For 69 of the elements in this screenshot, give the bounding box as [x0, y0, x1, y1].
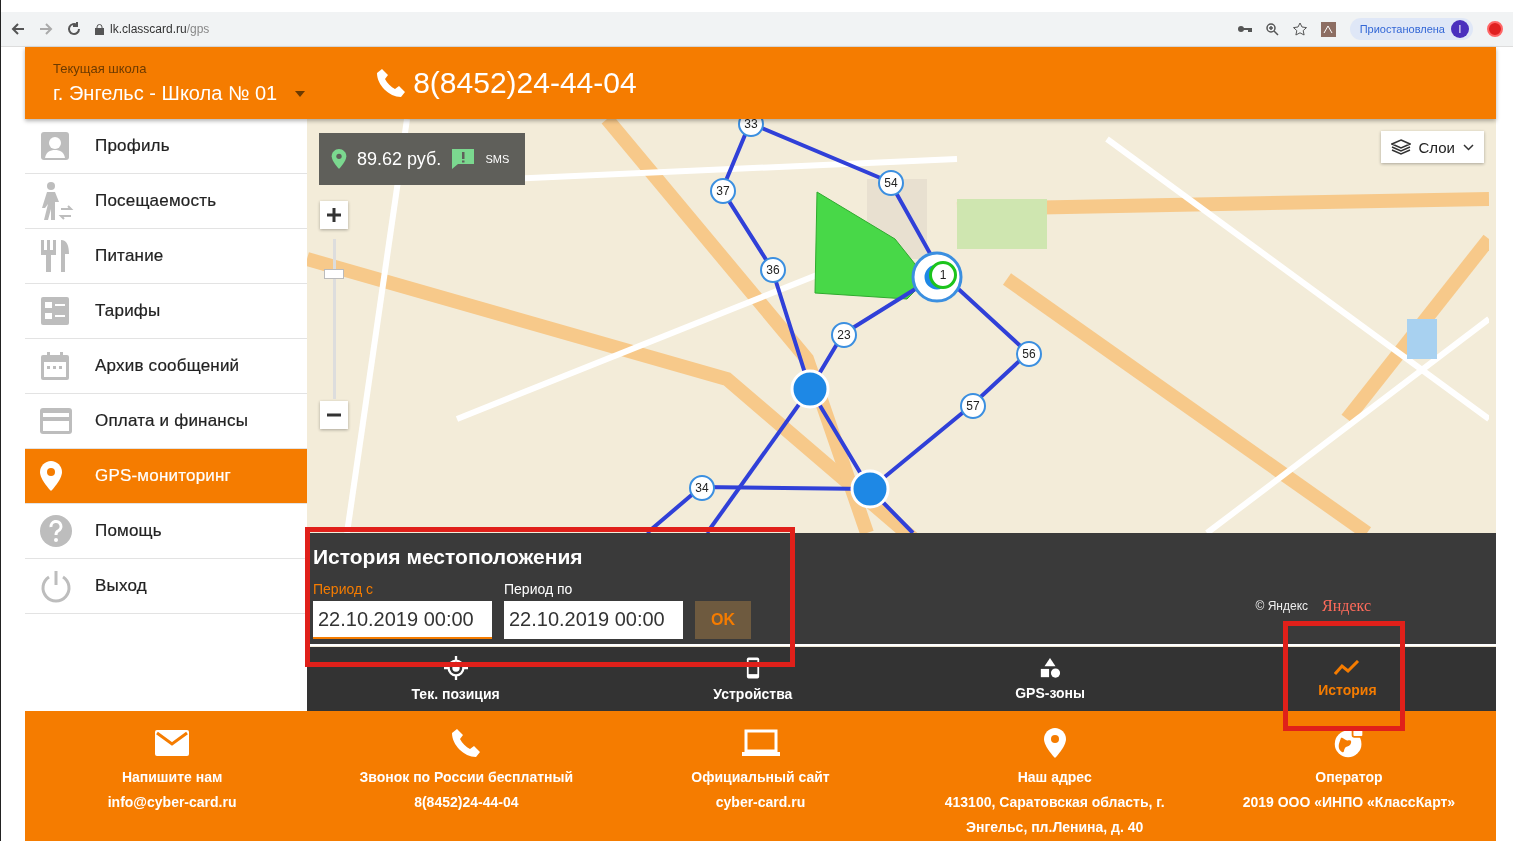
profile-status-button[interactable]: Приостановлена I [1349, 18, 1473, 40]
fork-knife-icon [39, 238, 71, 274]
tab[interactable]: Тек. позиция [307, 647, 605, 711]
footer-heading: Оператор [1315, 768, 1383, 787]
phone-number: 8(8452)24-44-04 [413, 66, 637, 100]
star-icon[interactable] [1292, 22, 1307, 36]
laptop-icon [740, 727, 781, 759]
person-icon [39, 130, 71, 162]
footer-text: 2019 ООО «ИНПО «КлассКарт» [1242, 793, 1456, 812]
school-label: Текущая школа [53, 61, 148, 76]
balance-amount: 89.62 руб. [357, 148, 442, 170]
zoom-in-button[interactable] [320, 201, 348, 229]
pdf-extension-icon[interactable] [1320, 21, 1336, 37]
reload-icon[interactable] [67, 22, 81, 36]
footer-heading: Напишите нам [121, 768, 223, 787]
plus-icon [327, 208, 341, 222]
field-label: Период по [504, 581, 574, 597]
line-chart-icon [1334, 660, 1361, 676]
sidebar-item[interactable]: Выход [25, 559, 307, 614]
footer-text: 8(8452)24-44-04 [414, 793, 519, 812]
tab[interactable]: Устройства [604, 647, 902, 711]
layers-button[interactable]: Слои [1380, 131, 1484, 163]
help-icon [39, 514, 73, 548]
key-icon[interactable] [1237, 25, 1252, 33]
extension-icon[interactable] [1487, 21, 1503, 37]
zoom-out-button[interactable] [320, 401, 348, 429]
power-icon [39, 569, 73, 603]
crosshair-icon [443, 656, 468, 680]
calendar-icon [39, 350, 71, 382]
sidebar-item[interactable]: Помощь [25, 504, 307, 559]
tab[interactable]: История [1198, 647, 1496, 711]
footer-heading: Наш адрес [1017, 768, 1092, 787]
address-bar[interactable]: lk.classcard.ru/gps [110, 22, 210, 36]
footer-text: 413100, Саратовская область, г. Энгельс, пл.Ленина, д. 40 [943, 793, 1166, 837]
location-pin-icon [1042, 727, 1067, 759]
shapes-icon [1039, 657, 1062, 679]
envelope-icon [154, 727, 191, 759]
chevron-icon [1463, 143, 1474, 151]
sidebar-item[interactable]: Профиль [25, 119, 307, 174]
caret-icon [295, 90, 306, 97]
message-alert-icon [451, 148, 476, 170]
card-icon [39, 407, 73, 435]
map-logo: Яндекс [1322, 597, 1371, 615]
sidebar-item[interactable]: Питание [25, 229, 307, 284]
field-label: Период с [313, 581, 374, 597]
location-pin-icon [331, 148, 347, 170]
panel-title: История местоположения [313, 545, 584, 569]
route-point-marker[interactable]: 33 [738, 119, 764, 137]
zoom-slider-thumb[interactable] [324, 269, 344, 279]
sidebar-item[interactable]: Архив сообщений [25, 339, 307, 394]
date-time-field[interactable]: 22.10.2019 00:00 [313, 601, 492, 639]
minus-icon [327, 413, 341, 417]
back-icon[interactable] [11, 22, 25, 36]
phone-icon [375, 67, 408, 99]
phone-icon [450, 727, 483, 759]
sms-label: SMS [485, 153, 510, 165]
map-attribution: © Яндекс [1255, 599, 1309, 613]
list-icon [39, 295, 71, 327]
zoom-icon[interactable] [1265, 22, 1279, 36]
tab[interactable]: GPS-зоны [901, 647, 1199, 711]
sidebar-item[interactable]: Посещаемость [25, 174, 307, 229]
date-time-field[interactable]: 22.10.2019 00:00 [504, 601, 683, 639]
footer-heading: Звонок по России бесплатный [359, 768, 574, 787]
location-pin-icon [39, 460, 63, 492]
layers-icon [1390, 139, 1411, 155]
sidebar-item[interactable]: Тарифы [25, 284, 307, 339]
walking-person-icon [39, 181, 75, 221]
lock-icon [95, 23, 104, 35]
footer-heading: Официальный сайт [691, 768, 830, 787]
